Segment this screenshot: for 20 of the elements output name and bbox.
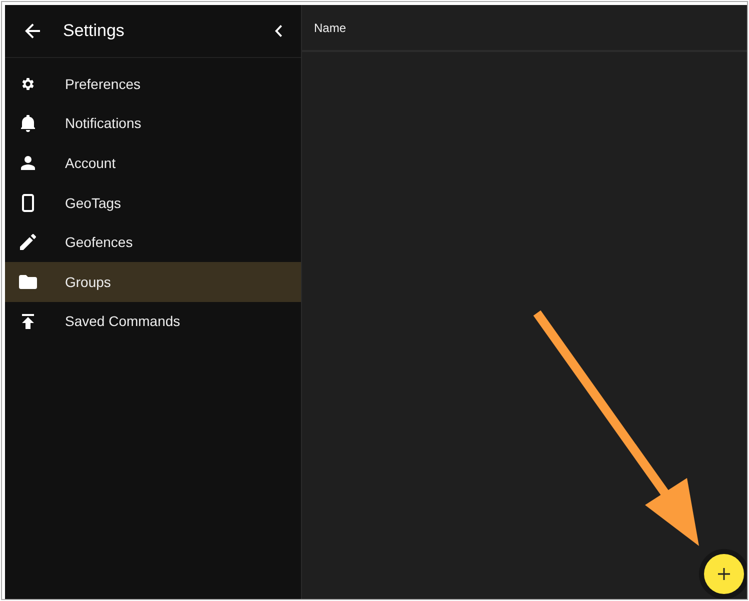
menu-item[interactable]: Saved Commands [5,302,301,342]
menu-item[interactable]: Groups [5,262,301,302]
phone-icon [22,194,34,212]
menu-item[interactable]: Account [5,143,301,183]
folder-icon [19,274,37,289]
person-icon [21,156,35,170]
menu-item[interactable]: GeoTags [5,182,301,222]
back-arrow-icon [25,23,41,39]
menu-item[interactable]: Preferences [5,64,301,104]
sidebar-title: Settings [63,21,126,41]
menu-item[interactable]: Geofences [5,222,301,262]
upload-icon [22,314,34,329]
bell-icon [21,114,35,132]
plus-icon [718,568,730,580]
chevron-left-icon [275,25,283,37]
menu-item[interactable]: Notifications [5,104,301,144]
add-button[interactable] [704,554,744,594]
pencil-icon [20,234,36,250]
column-header[interactable]: Name [314,20,346,34]
gear-icon [20,76,36,92]
